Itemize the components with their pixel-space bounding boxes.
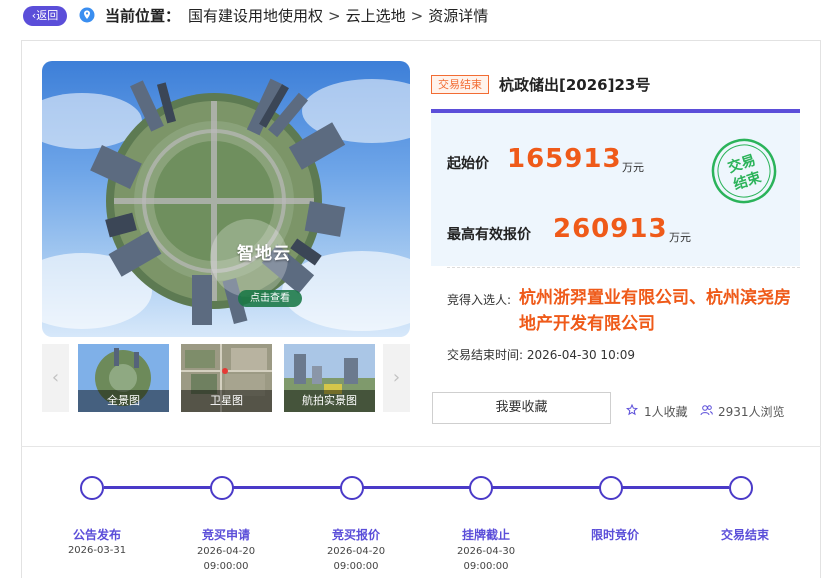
timeline-node bbox=[469, 476, 493, 500]
views-stat: 2931人浏览 bbox=[700, 403, 785, 420]
timeline-node bbox=[340, 476, 364, 500]
timeline-node bbox=[80, 476, 104, 500]
timeline-step-label: 竞买申请 bbox=[201, 528, 250, 542]
breadcrumb-separator: > bbox=[328, 7, 341, 25]
end-time-value: 2026-04-30 10:09 bbox=[526, 348, 636, 362]
hero-logo: 智地云 bbox=[237, 244, 291, 264]
timeline-node bbox=[599, 476, 623, 500]
favorite-button[interactable]: 我要收藏 bbox=[432, 392, 611, 424]
end-time-label: 交易结束时间: bbox=[447, 348, 524, 362]
location-label: 当前位置： bbox=[105, 7, 181, 25]
max-bid-value: 260913 bbox=[553, 214, 668, 244]
timeline-step-label: 竞买报价 bbox=[331, 528, 380, 542]
prev-thumbnail-button[interactable]: ‹ bbox=[42, 344, 69, 412]
breadcrumb-item-cloud-select[interactable]: 云上选地 bbox=[346, 7, 406, 25]
timeline-step-date: 2026-04-20 bbox=[196, 546, 256, 557]
location-pin-icon bbox=[79, 7, 95, 23]
star-icon bbox=[626, 404, 638, 416]
next-thumbnail-button[interactable]: › bbox=[383, 344, 410, 412]
timeline-step-label: 限时竞价 bbox=[590, 528, 639, 542]
max-bid-unit: 万元 bbox=[669, 231, 691, 244]
breadcrumb-separator: > bbox=[410, 7, 424, 25]
breadcrumb: 当前位置： 国有建设用地使用权 > 云上选地 > 资源详情 bbox=[105, 6, 488, 26]
timeline-step-label: 挂牌截止 bbox=[461, 528, 510, 542]
views-count: 2931人浏览 bbox=[718, 405, 785, 419]
back-label: 返回 bbox=[36, 9, 59, 22]
timeline-step-label: 交易结束 bbox=[720, 528, 769, 542]
status-tag: 交易结束 bbox=[431, 75, 489, 94]
timeline-step-time: 09:00:00 bbox=[333, 561, 379, 572]
end-time: 交易结束时间: 2026-04-30 10:09 bbox=[447, 346, 635, 363]
chevron-left-icon: ‹ bbox=[51, 367, 60, 388]
winner-name: 杭州浙羿置业有限公司、杭州滨尧房地产开发有限公司 bbox=[519, 288, 791, 334]
panorama-viewer[interactable]: 智地云 点击查看 bbox=[42, 61, 410, 337]
users-icon bbox=[700, 405, 713, 416]
timeline-node bbox=[729, 476, 753, 500]
lot-title: 杭政储出[2026]23号 bbox=[499, 76, 651, 94]
thumbnail-panorama[interactable]: 全景图 bbox=[78, 344, 169, 412]
max-bid-label: 最高有效报价 bbox=[447, 227, 531, 243]
transaction-complete-stamp: 交易 结束 bbox=[711, 138, 777, 204]
favorites-count: 1人收藏 bbox=[644, 405, 688, 419]
back-button[interactable]: ‹返回 bbox=[23, 6, 67, 26]
thumbnail-label: 卫星图 bbox=[181, 390, 272, 412]
start-price-unit: 万元 bbox=[622, 161, 644, 174]
thumbnail-label: 航拍实景图 bbox=[284, 390, 375, 412]
thumbnail-aerial[interactable]: 航拍实景图 bbox=[284, 344, 375, 412]
start-price-label: 起始价 bbox=[447, 156, 489, 172]
timeline-step-date: 2026-03-31 bbox=[67, 545, 127, 556]
view-panorama-button[interactable]: 点击查看 bbox=[238, 290, 302, 307]
breadcrumb-item-current: 资源详情 bbox=[428, 7, 489, 25]
divider-dashed bbox=[447, 267, 800, 268]
winner-label: 竞得入选人: bbox=[447, 293, 512, 307]
timeline-step-date: 2026-04-30 bbox=[456, 546, 516, 557]
panorama-image bbox=[42, 78, 410, 331]
timeline-step-time: 09:00:00 bbox=[463, 561, 509, 572]
timeline-step-date: 2026-04-20 bbox=[326, 546, 386, 557]
section-divider bbox=[21, 446, 821, 447]
chevron-right-icon: › bbox=[392, 367, 401, 388]
breadcrumb-bar: ‹返回 当前位置： 国有建设用地使用权 > 云上选地 > 资源详情 bbox=[0, 0, 832, 32]
start-price-value: 165913 bbox=[507, 144, 622, 174]
timeline-node bbox=[210, 476, 234, 500]
timeline-step-label: 公告发布 bbox=[72, 528, 121, 542]
timeline-step-time: 09:00:00 bbox=[203, 561, 249, 572]
timeline-track bbox=[104, 486, 729, 489]
thumbnail-label: 全景图 bbox=[78, 390, 169, 412]
favorites-stat: 1人收藏 bbox=[626, 403, 688, 420]
thumbnail-satellite[interactable]: 卫星图 bbox=[181, 344, 272, 412]
breadcrumb-item-land-use[interactable]: 国有建设用地使用权 bbox=[188, 7, 323, 25]
